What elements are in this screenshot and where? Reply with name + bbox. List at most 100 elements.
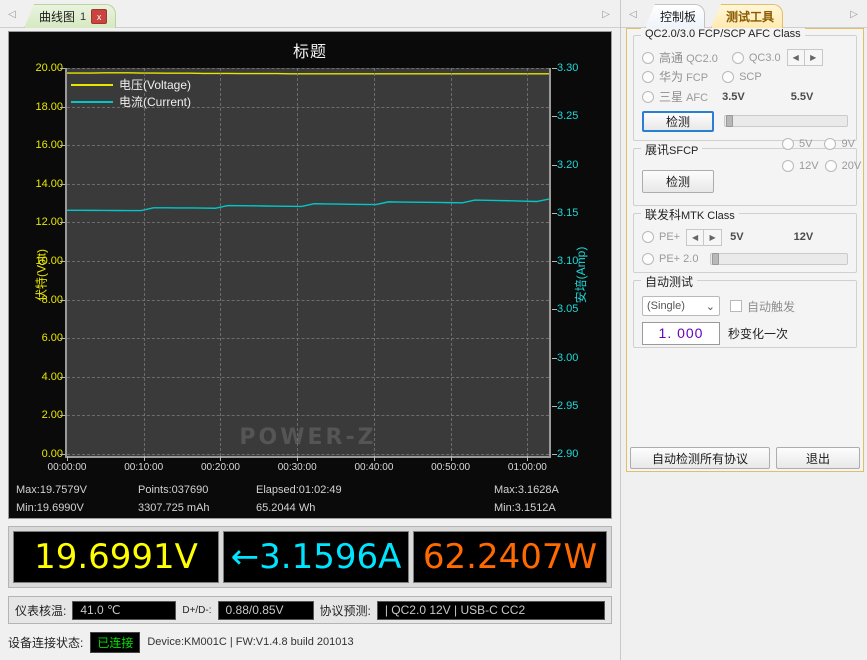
y-tick-right: 2.90 [557,448,579,460]
radio-pe-plus[interactable] [642,231,654,243]
close-icon[interactable]: x [91,9,108,24]
qc-group-title: QC2.0/3.0 FCP/SCP AFC Class [641,28,805,40]
temp-value: 41.0 ℃ [72,600,177,620]
auto-test-interval-input[interactable]: 1. 000 [642,321,720,345]
radio-qc20[interactable] [642,51,654,64]
auto-test-interval-suffix: 秒变化一次 [728,326,789,341]
plot-area: POWER-Z [65,68,551,458]
radio-sfcp-5v[interactable] [782,138,794,150]
tick-mark-right [552,68,557,69]
tools-pane: ◁ 控制板 测试工具 ▷ QC2.0/3.0 FCP/SCP AFC Class… [620,0,867,660]
radio-afc[interactable] [642,90,654,103]
legend-swatch [71,100,113,103]
tool-action-buttons: 自动检测所有协议 退出 [626,447,864,471]
radio-qc30-label: QC3.0 [748,51,781,64]
y-tick-left: 14.00 [35,177,63,190]
grid-line-v [220,68,222,456]
temp-label: 仪表核温: [15,603,67,618]
qc-voltage-stepper[interactable]: ◀ ▶ [786,49,823,66]
tab-prev-arrow-icon[interactable]: ◁ [4,5,20,23]
tick-mark-right [552,454,557,455]
tab-control-panel-label: 控制板 [660,10,697,24]
grid-line-v [373,68,375,456]
stat-min-current: Min:3.1512A [494,502,556,514]
connection-status-badge: 已连接 [90,631,141,653]
stat-energy: 65.2044 Wh [256,502,316,514]
right-tab-prev-arrow-icon[interactable]: ◁ [625,5,641,23]
tick-mark-left [60,261,65,262]
voltage-readout: 19.6991V [13,531,219,583]
tab-test-tools-label: 测试工具 [726,10,775,24]
qc-detect-button[interactable]: 检测 [642,110,714,132]
mtk-voltage-slider[interactable] [710,253,848,265]
tick-mark-left [60,454,65,455]
right-tabstrip: ◁ 控制板 测试工具 ▷ [621,0,867,28]
auto-detect-all-button[interactable]: 自动检测所有协议 [630,447,770,469]
tick-mark-left [60,68,65,69]
auto-trigger-checkbox[interactable] [730,300,742,312]
tick-mark-left [60,222,65,224]
chevron-down-icon: ⌄ [705,300,715,313]
auto-test-mode-select[interactable]: (Single) ⌄ [642,296,720,316]
sfcp-detect-button[interactable]: 检测 [642,169,714,193]
qc-range-min: 3.5V [722,90,745,103]
radio-sfcp-12v[interactable] [782,160,794,172]
radio-sfcp-20v[interactable] [824,160,837,172]
y-tick-left: 20.00 [35,62,63,74]
grid-line-v [143,68,145,456]
chart-title: 标题 [292,44,327,61]
mtk-slider-thumb[interactable] [712,253,720,265]
tick-mark-left [60,106,65,108]
mtk-voltage-stepper[interactable]: ◀ ▶ [686,228,723,246]
trace-line [67,72,549,75]
qc-protocol-group: QC2.0/3.0 FCP/SCP AFC Class 高通 QC2.0 QC3… [633,28,857,141]
sfcp-voltage-options: 5V 9V 12V 20V [782,133,866,177]
power-readout: 62.2407W [413,531,607,583]
radio-qc20-label: 高通 QC2.0 [659,51,718,65]
qc-voltage-slider[interactable] [724,115,848,127]
live-readouts: 19.6991V ←3.1596A 62.2407W [8,526,612,588]
tick-mark-left [60,299,65,301]
right-tab-next-arrow-icon[interactable]: ▷ [846,5,862,23]
radio-afc-label: 三星 AFC [659,90,709,104]
tick-mark-x [527,456,529,461]
x-tick: 00:50:00 [431,462,471,473]
exit-button[interactable]: 退出 [776,447,860,469]
grid-line-h [67,338,549,340]
radio-pe-plus-20[interactable] [642,253,654,265]
qc-slider-thumb[interactable] [726,115,733,127]
x-tick: 00:00:00 [47,462,87,473]
grid-line-h [67,183,549,185]
y-tick-right: 3.15 [557,206,579,219]
x-tick: 00:40:00 [354,462,394,473]
current-readout: ←3.1596A [223,531,409,583]
radio-scp[interactable] [722,70,735,83]
radio-fcp[interactable] [642,70,654,83]
tab-curve-chart[interactable]: 曲线图 1 x [24,4,117,28]
tick-mark-right [552,405,557,407]
radio-qc30[interactable] [731,51,744,64]
tab-curve-chart-label: 曲线图 [39,10,76,24]
tab-next-arrow-icon[interactable]: ▷ [598,5,614,23]
mtk-group-title: 联发科MTK Class [641,206,739,223]
mtk-step-up-icon[interactable]: ▶ [704,228,723,246]
y-tick-left: 18.00 [35,100,63,113]
auto-test-group-title: 自动测试 [641,273,698,290]
chart-canvas[interactable]: 标题 伏特(Volt) 安培(Amp) POWER-Z 0.00 2.00 4.00… [8,31,612,519]
tab-test-tools[interactable]: 测试工具 [711,4,784,28]
y-tick-right: 3.20 [557,158,579,171]
qc-step-up-icon[interactable]: ▶ [804,49,823,66]
tab-control-panel[interactable]: 控制板 [645,4,706,28]
radio-sfcp-9v[interactable] [824,138,837,150]
mtk-group: 联发科MTK Class PE+ ◀ ▶ 5V 12V PE+ 2.0 [633,206,857,273]
chart-statistics: Max:19.7579V Min:19.6990V Points:037690 … [8,482,612,522]
legend-item: 电压(Voltage) [71,76,191,93]
mtk-step-down-icon[interactable]: ◀ [686,228,705,246]
meter-info-row: 仪表核温: 41.0 ℃ D+/D-: 0.88/0.85V 协议预测: | Q… [8,596,612,624]
y-tick-right: 3.25 [557,110,579,123]
tick-mark-x [67,456,68,461]
tick-mark-right [552,261,557,262]
qc-step-down-icon[interactable]: ◀ [786,49,805,66]
device-status-row: 设备连接状态: 已连接 Device:KM001C | FW:V1.4.8 bu… [8,631,612,653]
grid-line-h [67,145,549,147]
